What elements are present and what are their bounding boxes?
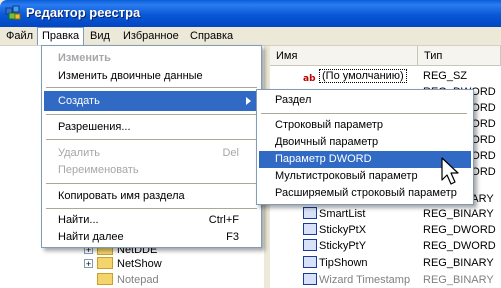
menu-item-rename[interactable]: Переименовать xyxy=(44,160,259,180)
value-name: TipShown xyxy=(319,257,368,269)
create-submenu: Раздел Строковый параметр Двоичный парам… xyxy=(256,89,474,205)
binary-value-icon xyxy=(303,207,317,219)
menu-favorites[interactable]: Избранное xyxy=(119,29,183,43)
column-header-name[interactable]: Имя xyxy=(270,46,418,66)
menu-item-shortcut: F3 xyxy=(226,231,239,243)
value-type: REG_BINARY xyxy=(423,257,494,269)
menu-view[interactable]: Вид xyxy=(86,29,114,43)
list-row[interactable]: StickyPtY REG_DWORD xyxy=(270,238,501,254)
binary-value-icon xyxy=(303,223,317,235)
menu-separator xyxy=(46,208,257,209)
submenu-item-string-value[interactable]: Строковый параметр xyxy=(259,117,471,134)
value-name: SmartList xyxy=(319,208,366,220)
submenu-item-binary-value[interactable]: Двоичный параметр xyxy=(259,134,471,151)
menu-separator xyxy=(261,113,467,114)
submenu-item-expandable-string-value[interactable]: Расширяемый строковый параметр xyxy=(259,185,471,202)
value-type: REG_SZ xyxy=(423,70,468,82)
menu-item-label: Создать xyxy=(58,95,100,107)
menu-help[interactable]: Справка xyxy=(186,29,237,43)
value-name: (По умолчанию) xyxy=(319,69,407,83)
menu-separator xyxy=(46,139,257,140)
menu-item-modify-binary[interactable]: Изменить двоичные данные xyxy=(44,66,259,86)
menu-item-copy-key-name[interactable]: Копировать имя раздела xyxy=(44,186,259,206)
menu-item-label: Разрешения... xyxy=(58,121,131,133)
binary-value-icon xyxy=(303,239,317,251)
tree-item-label: NetShow xyxy=(117,258,162,270)
menu-item-label: Изменить двоичные данные xyxy=(58,70,203,82)
submenu-item-key[interactable]: Раздел xyxy=(259,92,471,109)
value-name: StickyPtX xyxy=(319,224,367,236)
menu-item-modify[interactable]: Изменить xyxy=(44,48,259,68)
menu-separator xyxy=(46,183,257,184)
list-row[interactable]: StickyPtX REG_DWORD xyxy=(270,222,501,238)
list-row-default[interactable]: ab (По умолчанию) REG_SZ xyxy=(270,68,501,84)
menu-item-label: Найти далее xyxy=(58,231,124,243)
tree-item[interactable]: + NetShow xyxy=(84,256,162,272)
menu-file[interactable]: Файл xyxy=(2,29,37,43)
menu-bar: Файл Правка Вид Избранное Справка xyxy=(0,27,501,46)
menu-item-new[interactable]: Создать xyxy=(44,91,259,111)
value-type: REG_BINARY xyxy=(423,274,494,286)
window-title: Редактор реестра xyxy=(26,5,141,20)
value-type: REG_DWORD xyxy=(423,240,496,252)
folder-icon xyxy=(97,257,113,269)
value-name: Wizard Timestamp xyxy=(319,274,411,286)
menu-item-label: Найти... xyxy=(58,214,99,226)
regedit-icon xyxy=(5,5,21,20)
list-row[interactable]: SmartList REG_BINARY xyxy=(270,206,501,222)
title-bar[interactable]: Редактор реестра xyxy=(0,0,501,27)
expand-icon[interactable]: + xyxy=(84,259,93,269)
tree-item-label: Notepad xyxy=(117,274,159,286)
menu-item-label: Удалить xyxy=(58,147,100,159)
registry-editor-window: Редактор реестра Файл Правка Вид Избранн… xyxy=(0,0,501,288)
menu-item-label: Переименовать xyxy=(58,164,139,176)
menu-separator xyxy=(46,87,257,88)
binary-value-icon xyxy=(303,256,317,268)
menu-edit[interactable]: Правка xyxy=(37,27,85,45)
value-type: REG_DWORD xyxy=(423,224,496,236)
value-name: StickyPtY xyxy=(319,240,367,252)
edit-menu: Изменить Изменить двоичные данные Создат… xyxy=(41,45,262,248)
binary-value-icon xyxy=(303,273,317,285)
tree-item[interactable]: Notepad xyxy=(84,272,159,288)
list-row[interactable]: Wizard Timestamp REG_BINARY xyxy=(270,272,501,288)
value-type: REG_BINARY xyxy=(423,208,494,220)
folder-icon xyxy=(97,273,113,285)
column-header-type[interactable]: Тип xyxy=(418,46,501,66)
list-row[interactable]: TipShown REG_BINARY xyxy=(270,255,501,271)
submenu-arrow-icon xyxy=(246,97,251,105)
menu-separator xyxy=(46,114,257,115)
mouse-pointer-icon xyxy=(441,157,459,185)
menu-item-permissions[interactable]: Разрешения... xyxy=(44,117,259,137)
menu-item-find-next[interactable]: Найти далее F3 xyxy=(44,227,259,247)
menu-item-label: Копировать имя раздела xyxy=(58,190,185,202)
menu-item-label: Изменить xyxy=(58,52,111,64)
